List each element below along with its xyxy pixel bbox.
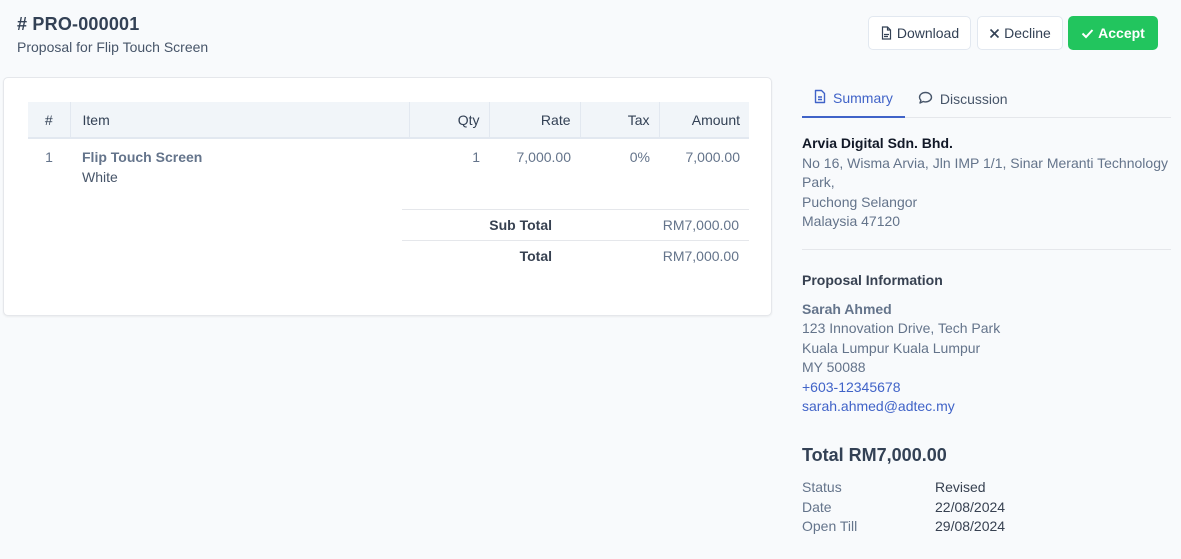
recipient-address-line2: Kuala Lumpur Kuala Lumpur: [802, 339, 981, 356]
panel-tabs: Summary Discussion: [802, 80, 1171, 118]
subtotal-label: Sub Total: [489, 217, 552, 233]
recipient-name: Sarah Ahmed: [802, 300, 892, 317]
proposal-number: # PRO-000001: [17, 14, 140, 34]
proposal-page: # PRO-000001 Proposal for Flip Touch Scr…: [0, 0, 1181, 559]
items-card: # Item Qty Rate Tax Amount 1 Flip Touch …: [3, 77, 772, 316]
proposal-information: Proposal Information Sarah Ahmed 123 Inn…: [802, 271, 1171, 417]
total-row: Total RM7,000.00: [402, 240, 749, 271]
column-header-item: Item: [69, 102, 409, 138]
column-header-number: #: [44, 111, 53, 128]
subtotal-row: Sub Total RM7,000.00: [402, 209, 749, 240]
section-divider: [802, 249, 1171, 250]
company-name: Arvia Digital Sdn. Bhd.: [802, 135, 953, 151]
chat-bubble-icon: [918, 91, 933, 108]
company-address-line1: No 16, Wisma Arvia, Jln IMP 1/1, Sinar M…: [802, 154, 1168, 191]
subtotal-value: RM7,000.00: [662, 217, 739, 233]
proposal-subject: Proposal for Flip Touch Screen: [17, 39, 209, 55]
tab-discussion-label: Discussion: [939, 91, 1008, 107]
download-label: Download: [896, 25, 960, 41]
recipient-phone-link[interactable]: +603-12345678: [802, 378, 1171, 398]
item-cell: Flip Touch Screen White: [70, 138, 409, 185]
company-address-line2: Puchong Selangor: [802, 193, 918, 210]
proposal-information-title: Proposal Information: [802, 272, 943, 288]
item-name: Flip Touch Screen: [82, 149, 203, 165]
decline-label: Decline: [1004, 25, 1051, 41]
tab-summary-label: Summary: [833, 90, 893, 106]
table-row: 1 Flip Touch Screen White 1 7,000.00 0% …: [28, 138, 749, 185]
item-description: White: [82, 169, 118, 185]
recipient-email-link[interactable]: sarah.ahmed@adtec.my: [802, 397, 1171, 417]
date-label: Date: [802, 498, 832, 515]
item-qty: 1: [472, 149, 480, 165]
date-value: 22/08/2024: [935, 498, 1006, 515]
download-button[interactable]: Download: [868, 16, 971, 50]
column-header-rate: Rate: [488, 102, 580, 138]
status-row: Status Revised: [802, 478, 1005, 498]
column-header-amount: Amount: [658, 102, 749, 138]
tab-discussion[interactable]: Discussion: [906, 80, 1020, 118]
x-icon: [989, 28, 1000, 39]
status-label: Status: [802, 479, 842, 495]
proposal-meta: Status Revised Date 22/08/2024 Open Till…: [802, 478, 1005, 537]
recipient-address-line1: 123 Innovation Drive, Tech Park: [802, 320, 1001, 336]
recipient-address-line3: MY 50088: [802, 359, 866, 375]
open-till-label: Open Till: [802, 518, 858, 534]
column-header-qty: Qty: [408, 102, 489, 138]
row-number: 1: [45, 149, 53, 165]
document-icon: [814, 89, 826, 107]
item-amount: 7,000.00: [685, 149, 741, 165]
table-header-row: # Item Qty Rate Tax Amount: [28, 102, 749, 138]
decline-button[interactable]: Decline: [977, 16, 1063, 50]
tab-summary[interactable]: Summary: [802, 80, 905, 118]
column-header-tax: Tax: [579, 102, 659, 138]
company-info: Arvia Digital Sdn. Bhd. No 16, Wisma Arv…: [802, 134, 1174, 232]
item-tax: 0%: [629, 149, 650, 165]
item-rate: 7,000.00: [516, 149, 572, 165]
status-value: Revised: [935, 479, 986, 495]
pdf-file-icon: [880, 26, 893, 40]
check-icon: [1081, 28, 1094, 39]
grand-total: Total RM7,000.00: [802, 445, 947, 465]
totals-section: Sub Total RM7,000.00 Total RM7,000.00: [402, 209, 749, 271]
open-till-row: Open Till 29/08/2024: [802, 517, 1005, 537]
total-value: RM7,000.00: [662, 248, 739, 264]
date-row: Date 22/08/2024: [802, 498, 1005, 518]
accept-button[interactable]: Accept: [1068, 16, 1158, 50]
company-address-line3: Malaysia 47120: [802, 213, 901, 229]
accept-label: Accept: [1098, 25, 1145, 41]
total-label: Total: [519, 248, 552, 264]
items-table: # Item Qty Rate Tax Amount 1 Flip Touch …: [28, 102, 749, 185]
open-till-value: 29/08/2024: [935, 518, 1006, 534]
